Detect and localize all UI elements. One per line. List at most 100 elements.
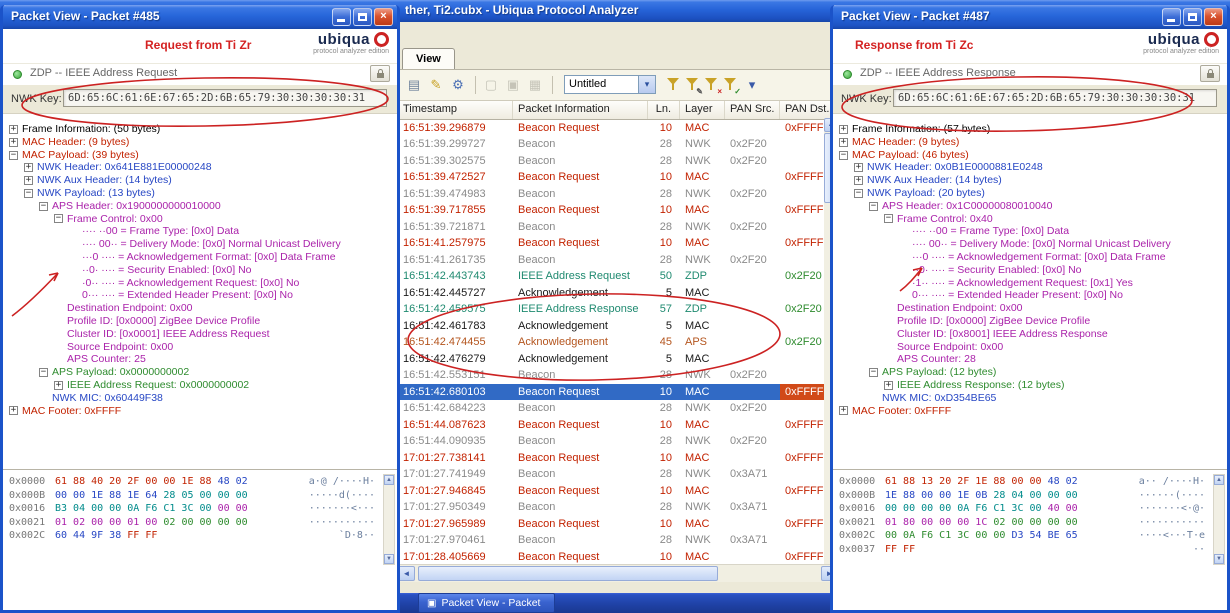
hex-scrollbar[interactable]: ▲ ▼ (1213, 474, 1225, 565)
packet-row[interactable]: 16:51:41.257975 Beacon Request 10 MAC 0xFFFF (398, 235, 838, 252)
packet-row[interactable]: 16:51:44.090935 Beacon 28 NWK 0x2F20 (398, 433, 838, 450)
window-titlebar[interactable]: Packet View - Packet #487 × (833, 5, 1227, 29)
packet-row[interactable]: 16:51:42.680103 Beacon Request 10 MAC 0xFFFF (398, 383, 838, 401)
tree-node[interactable]: ···0 ···· = Acknowledgement Format: [0x0… (833, 251, 1227, 264)
collapse-icon[interactable]: − (24, 188, 33, 198)
lock-button[interactable] (1200, 65, 1220, 82)
tree-node[interactable]: ···· ··00 = Frame Type: [0x0] Data (3, 225, 397, 238)
tree-node[interactable]: + Frame Information: (50 bytes) (3, 123, 397, 136)
filter-delete-icon[interactable]: × (704, 76, 722, 96)
tree-node[interactable]: 0··· ···· = Extended Header Present: [0x… (3, 289, 397, 302)
tree-node[interactable]: − MAC Payload: (39 bytes) (3, 149, 397, 162)
packet-row[interactable]: 16:51:42.445727 Acknowledgement 5 MAC (398, 285, 838, 302)
expand-icon[interactable]: + (854, 163, 863, 173)
tree-node[interactable]: ···0 ···· = Acknowledgement Format: [0x0… (3, 251, 397, 264)
packet-row[interactable]: 16:51:41.261735 Beacon 28 NWK 0x2F20 (398, 252, 838, 269)
tree-node[interactable]: + MAC Header: (9 bytes) (3, 136, 397, 149)
tree-node[interactable]: APS Counter: 28 (833, 353, 1227, 366)
collapse-icon[interactable]: − (54, 214, 63, 224)
packet-row[interactable]: 16:51:39.721871 Beacon 28 NWK 0x2F20 (398, 219, 838, 236)
filter-icon[interactable] (666, 76, 682, 94)
scrollbar-thumb[interactable] (418, 566, 718, 582)
packet-row[interactable]: 16:51:39.474983 Beacon 28 NWK 0x2F20 (398, 186, 838, 203)
tree-node[interactable]: − NWK Payload: (20 bytes) (833, 187, 1227, 200)
tree-node[interactable]: Profile ID: [0x0000] ZigBee Device Profi… (833, 315, 1227, 328)
nwk-key-field[interactable]: 6D:65:6C:61:6E:67:65:2D:6B:65:79:30:30:3… (893, 89, 1217, 107)
packet-row[interactable]: 16:51:44.087623 Beacon Request 10 MAC 0xFFFF (398, 417, 838, 434)
packet-row[interactable]: 17:01:27.950349 Beacon 28 NWK 0x3A71 (398, 499, 838, 516)
tree-node[interactable]: ··0· ···· = Security Enabled: [0x0] No (833, 264, 1227, 277)
chevron-down-icon[interactable]: ▾ (742, 76, 762, 94)
tree-node[interactable]: ···· 00·· = Delivery Mode: [0x0] Normal … (3, 238, 397, 251)
expand-icon[interactable]: + (24, 176, 33, 186)
packet-row[interactable]: 17:01:27.965989 Beacon Request 10 MAC 0xFFFF (398, 516, 838, 533)
scroll-up-icon[interactable]: ▲ (384, 475, 394, 485)
tree-node[interactable]: + MAC Header: (9 bytes) (833, 136, 1227, 149)
tree-node[interactable]: − Frame Control: 0x40 (833, 213, 1227, 226)
tree-node[interactable]: ·1·· ···· = Acknowledgement Request: [0x… (833, 277, 1227, 290)
collapse-icon[interactable]: − (869, 368, 878, 378)
highlighter-icon[interactable]: ✎ (426, 76, 446, 94)
tree-node[interactable]: Destination Endpoint: 0x00 (3, 302, 397, 315)
packet-row[interactable]: 16:51:42.461783 Acknowledgement 5 MAC (398, 318, 838, 335)
packet-row[interactable]: 16:51:42.476279 Acknowledgement 5 MAC (398, 351, 838, 368)
packet-row[interactable]: 17:01:27.741949 Beacon 28 NWK 0x3A71 (398, 466, 838, 483)
packet-row[interactable]: 17:01:27.738141 Beacon Request 10 MAC 0xFFFF (398, 450, 838, 467)
tree-node[interactable]: Destination Endpoint: 0x00 (833, 302, 1227, 315)
collapse-icon[interactable]: − (39, 368, 48, 378)
packet-row[interactable]: 16:51:39.296879 Beacon Request 10 MAC 0xFFFF (398, 120, 838, 137)
column-header[interactable]: PAN Src. (725, 100, 780, 119)
taskbar-button[interactable]: ▣ Packet View - Packet (418, 593, 556, 613)
tree-node[interactable]: − Frame Control: 0x00 (3, 213, 397, 226)
collapse-icon[interactable]: − (39, 201, 48, 211)
collapse-icon[interactable]: − (9, 150, 18, 160)
packet-row[interactable]: 16:51:39.302575 Beacon 28 NWK 0x2F20 (398, 153, 838, 170)
filter-apply-icon[interactable]: ✓ (723, 76, 741, 96)
collapse-icon[interactable]: − (884, 214, 893, 224)
hex-scrollbar[interactable]: ▲ ▼ (383, 474, 395, 565)
minimize-button[interactable] (332, 8, 351, 26)
scroll-left-icon[interactable]: ◄ (398, 566, 415, 582)
filter-edit-icon[interactable]: ✎ (685, 76, 703, 96)
expand-icon[interactable]: + (24, 163, 33, 173)
maximize-button[interactable] (1183, 8, 1202, 26)
maximize-button[interactable] (353, 8, 372, 26)
packet-row[interactable]: 16:51:39.717855 Beacon Request 10 MAC 0xFFFF (398, 202, 838, 219)
tree-node[interactable]: − APS Payload: 0x0000000002 (3, 366, 397, 379)
collapse-icon[interactable]: − (839, 150, 848, 160)
scroll-up-icon[interactable]: ▲ (1214, 475, 1224, 485)
window-titlebar[interactable]: Packet View - Packet #485 × (3, 5, 397, 29)
tree-node[interactable]: Source Endpoint: 0x00 (3, 341, 397, 354)
tree-node[interactable]: − MAC Payload: (46 bytes) (833, 149, 1227, 162)
column-header[interactable]: Packet Information (513, 100, 648, 119)
packet-row[interactable]: 17:01:27.946845 Beacon Request 10 MAC 0xFFFF (398, 483, 838, 500)
lock-button[interactable] (370, 65, 390, 82)
tree-node[interactable]: + NWK Header: 0x0B1E0000881E0248 (833, 161, 1227, 174)
column-header[interactable]: Ln. (648, 100, 680, 119)
tree-node[interactable]: − NWK Payload: (13 bytes) (3, 187, 397, 200)
collapse-icon[interactable]: − (854, 188, 863, 198)
tree-node[interactable]: + IEEE Address Request: 0x0000000002 (3, 379, 397, 392)
expand-icon[interactable]: + (839, 406, 848, 416)
tree-node[interactable]: − APS Header: 0x1900000000010000 (3, 200, 397, 213)
tree-node[interactable]: ·0·· ···· = Acknowledgement Request: [0x… (3, 277, 397, 290)
collapse-icon[interactable]: − (869, 201, 878, 211)
packet-row[interactable]: 16:51:42.684223 Beacon 28 NWK 0x2F20 (398, 400, 838, 417)
packet-row[interactable]: 16:51:42.443743 IEEE Address Request 50 ZDP… (398, 268, 838, 285)
packet-row[interactable]: 17:01:27.970461 Beacon 28 NWK 0x3A71 (398, 532, 838, 549)
tree-node[interactable]: − APS Header: 0x1C00000080010040 (833, 200, 1227, 213)
tree-node[interactable]: Cluster ID: [0x8001] IEEE Address Respon… (833, 328, 1227, 341)
column-header[interactable]: Timestamp (398, 100, 513, 119)
panels-icon[interactable]: ▣ (503, 76, 523, 94)
tree-node[interactable]: + NWK Header: 0x641E881E00000248 (3, 161, 397, 174)
expand-icon[interactable]: + (9, 137, 18, 147)
packet-row[interactable]: 17:01:28.405669 Beacon Request 10 MAC 0xFFFF (398, 549, 838, 564)
packet-row[interactable]: 16:51:39.472527 Beacon Request 10 MAC 0xFFFF (398, 169, 838, 186)
save-icon[interactable]: ▤ (404, 76, 424, 94)
tree-node[interactable]: ···· 00·· = Delivery Mode: [0x0] Normal … (833, 238, 1227, 251)
scrollbar-track[interactable] (416, 566, 820, 582)
gear-icon[interactable]: ⚙ (448, 76, 468, 94)
scroll-down-icon[interactable]: ▼ (1214, 554, 1224, 564)
expand-icon[interactable]: + (54, 380, 63, 390)
profile-combobox[interactable]: Untitled ▾ (564, 75, 656, 95)
